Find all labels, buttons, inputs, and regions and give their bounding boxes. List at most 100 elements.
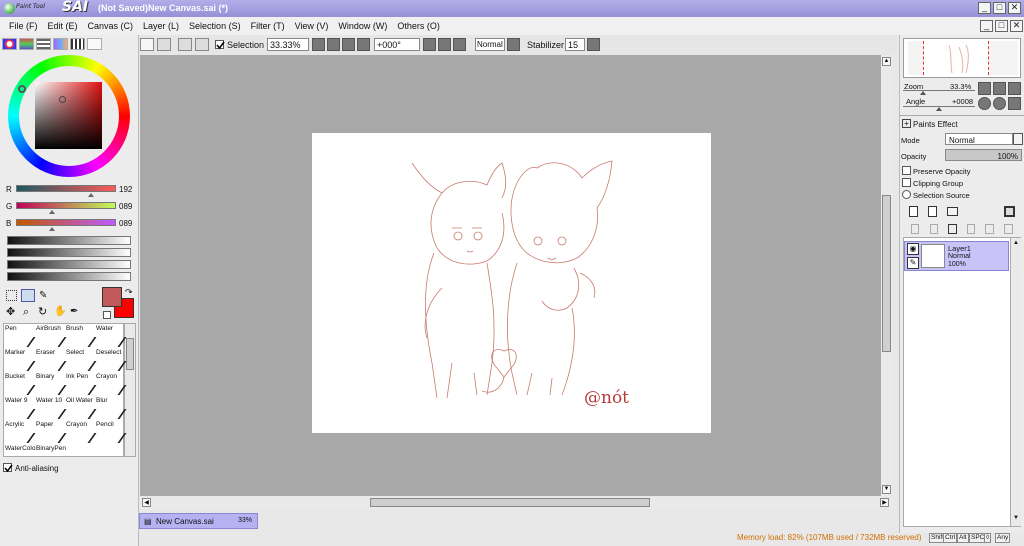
tool-blur[interactable]: Blur bbox=[96, 397, 127, 421]
gray-slider-2[interactable] bbox=[7, 248, 131, 257]
layer-scroll-down-icon[interactable]: ▼ bbox=[1012, 515, 1020, 523]
nav-rotate-reset-icon[interactable] bbox=[1008, 97, 1021, 110]
rotate-right-icon[interactable] bbox=[438, 38, 451, 51]
angle-track-handle-icon[interactable] bbox=[936, 107, 942, 111]
menu-layer[interactable]: Layer (L) bbox=[138, 21, 184, 31]
zoom-field[interactable]: 33.33% bbox=[267, 38, 309, 51]
nav-rotate-left-icon[interactable] bbox=[978, 97, 991, 110]
clipping-group-checkbox[interactable] bbox=[902, 178, 911, 187]
flip-icon[interactable] bbox=[507, 38, 520, 51]
tool-select[interactable]: Select bbox=[66, 349, 97, 373]
hue-marker-icon[interactable] bbox=[18, 85, 26, 93]
close-button[interactable]: ✕ bbox=[1008, 2, 1021, 14]
layer-mode-dropdown-icon[interactable] bbox=[1013, 133, 1023, 145]
hand-icon[interactable]: ✋ bbox=[54, 306, 66, 318]
swatches-icon[interactable] bbox=[70, 38, 85, 50]
transparent-color-icon[interactable] bbox=[103, 311, 111, 319]
layer-item[interactable]: ◉ ✎ Layer1 Normal 100% bbox=[904, 241, 1009, 271]
antialiasing-checkbox[interactable] bbox=[3, 463, 13, 473]
blend-mode-field[interactable]: Normal bbox=[475, 38, 505, 51]
r-slider[interactable] bbox=[16, 185, 116, 192]
minimize-button[interactable]: _ bbox=[978, 2, 991, 14]
selection-source-checkbox[interactable] bbox=[902, 190, 911, 199]
menu-selection[interactable]: Selection (S) bbox=[184, 21, 246, 31]
gray-slider-4[interactable] bbox=[7, 272, 131, 281]
tool-ink-pen[interactable]: Ink Pen bbox=[66, 373, 97, 397]
apply-mask-icon[interactable] bbox=[1004, 224, 1013, 234]
menu-window[interactable]: Window (W) bbox=[333, 21, 392, 31]
zoom-icon[interactable]: ⌕ bbox=[23, 306, 35, 318]
vertical-scrollbar[interactable]: ▲ ▼ bbox=[881, 55, 893, 496]
gray-slider-1[interactable] bbox=[7, 236, 131, 245]
tool-pencil[interactable]: Pencil bbox=[96, 421, 127, 445]
rotate-icon[interactable]: ↻ bbox=[38, 306, 50, 318]
nav-zoom-reset-icon[interactable] bbox=[1008, 82, 1021, 95]
zoom-track[interactable] bbox=[903, 90, 975, 91]
scratchpad-icon[interactable] bbox=[87, 38, 102, 50]
tool-water[interactable]: Water bbox=[96, 325, 127, 349]
zoom-dropdown-icon[interactable] bbox=[312, 38, 325, 51]
r-slider-handle-icon[interactable] bbox=[88, 193, 94, 197]
tool-water-9[interactable]: Water 9 bbox=[5, 397, 36, 421]
nav-zoom-out-icon[interactable] bbox=[978, 82, 991, 95]
zoom-reset-icon[interactable] bbox=[357, 38, 370, 51]
delete-layer-icon[interactable] bbox=[967, 224, 975, 234]
eyedropper-icon[interactable]: ✒ bbox=[70, 306, 82, 318]
horizontal-scrollbar[interactable]: ◀ ▶ bbox=[140, 497, 893, 509]
magic-wand-icon[interactable]: ✎ bbox=[39, 290, 51, 302]
layer-list-scrollbar[interactable]: ▲ ▼ bbox=[1010, 238, 1021, 526]
doc-close-button[interactable]: ✕ bbox=[1010, 20, 1023, 32]
scroll-left-icon[interactable]: ◀ bbox=[142, 498, 151, 507]
rotate-left-icon[interactable] bbox=[423, 38, 436, 51]
b-slider[interactable] bbox=[16, 219, 116, 226]
gray-slider-3[interactable] bbox=[7, 260, 131, 269]
layer-pen-icon[interactable]: ✎ bbox=[907, 257, 919, 269]
layer-mode-select[interactable]: Normal bbox=[945, 133, 1013, 145]
lasso-icon[interactable] bbox=[21, 289, 35, 302]
canvas-paper[interactable]: @nót bbox=[312, 133, 711, 433]
doc-restore-button[interactable]: □ bbox=[995, 20, 1008, 32]
rgb-slider-mode-icon[interactable] bbox=[19, 38, 34, 50]
color-wheel-mode-icon[interactable] bbox=[2, 38, 17, 50]
menu-view[interactable]: View (V) bbox=[290, 21, 334, 31]
scroll-up-icon[interactable]: ▲ bbox=[882, 57, 891, 66]
move-icon[interactable]: ✥ bbox=[6, 306, 18, 318]
invert-selection-icon[interactable] bbox=[195, 38, 209, 51]
angle-field[interactable]: +000° bbox=[374, 38, 420, 51]
tool-pen[interactable]: Pen bbox=[5, 325, 36, 349]
b-slider-handle-icon[interactable] bbox=[49, 227, 55, 231]
layer-scroll-up-icon[interactable]: ▲ bbox=[1012, 240, 1020, 248]
new-linework-layer-icon[interactable] bbox=[928, 206, 937, 217]
navigator-preview[interactable] bbox=[903, 38, 1021, 78]
g-slider-handle-icon[interactable] bbox=[49, 210, 55, 214]
sv-marker-icon[interactable] bbox=[59, 96, 66, 103]
opacity-slider[interactable]: 100% bbox=[945, 149, 1022, 161]
preserve-opacity-checkbox[interactable] bbox=[902, 166, 911, 175]
zoom-track-handle-icon[interactable] bbox=[920, 91, 926, 95]
layer-mask-icon[interactable] bbox=[1004, 206, 1015, 217]
tool-eraser[interactable]: Eraser bbox=[36, 349, 67, 373]
foreground-color-swatch[interactable] bbox=[102, 287, 122, 307]
g-slider[interactable] bbox=[16, 202, 116, 209]
saturation-value-square[interactable] bbox=[35, 82, 102, 149]
tool-crayon[interactable]: Crayon bbox=[96, 373, 127, 397]
new-layer-icon[interactable] bbox=[909, 206, 918, 217]
color-mixer-icon[interactable] bbox=[53, 38, 68, 50]
merge-down-icon[interactable] bbox=[930, 224, 938, 234]
menu-edit[interactable]: Edit (E) bbox=[43, 21, 83, 31]
tool-palette-scroll-thumb[interactable] bbox=[126, 338, 134, 370]
nav-zoom-in-icon[interactable] bbox=[993, 82, 1006, 95]
clear-layer-icon[interactable] bbox=[948, 224, 957, 234]
nav-rotate-right-icon[interactable] bbox=[993, 97, 1006, 110]
tool-water-10[interactable]: Water 10 bbox=[36, 397, 67, 421]
scroll-right-icon[interactable]: ▶ bbox=[880, 498, 889, 507]
layer-visibility-eye-icon[interactable]: ◉ bbox=[907, 243, 919, 255]
menu-others[interactable]: Others (O) bbox=[392, 21, 445, 31]
tool-paper[interactable]: Paper bbox=[36, 421, 67, 445]
maximize-button[interactable]: □ bbox=[993, 2, 1006, 14]
tool-binary[interactable]: Binary bbox=[36, 373, 67, 397]
tool-binarypen[interactable]: BinaryPen bbox=[36, 445, 67, 455]
tool-brush[interactable]: Brush bbox=[66, 325, 97, 349]
redo-icon[interactable] bbox=[157, 38, 171, 51]
stabilizer-field[interactable]: 15 bbox=[565, 38, 585, 51]
